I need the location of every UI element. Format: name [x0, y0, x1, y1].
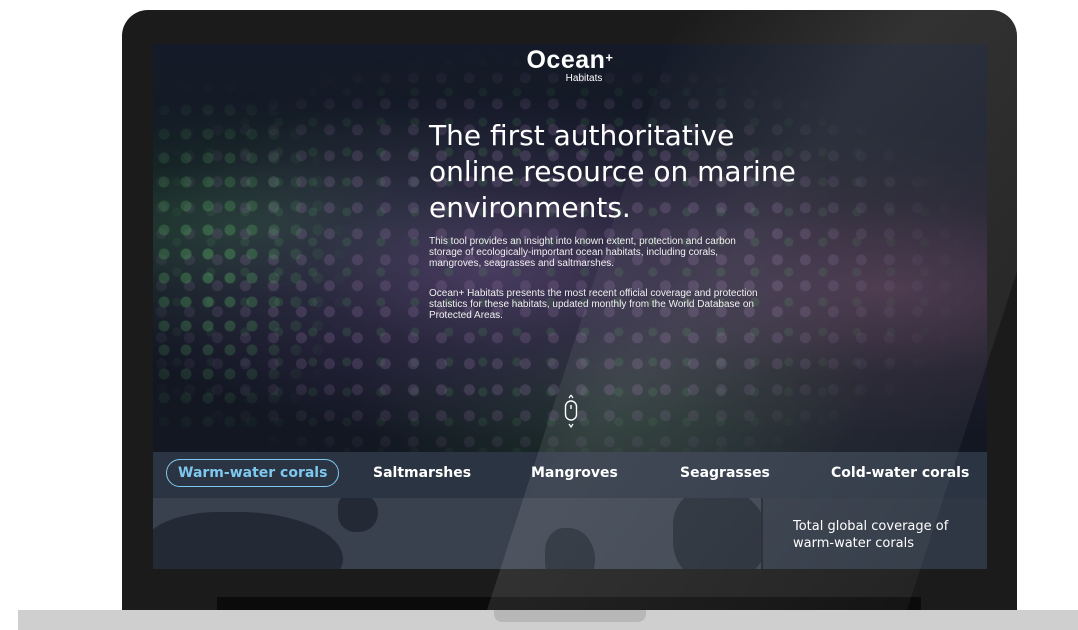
- coverage-panel: Total global coverage of warm-water cora…: [761, 498, 987, 569]
- hero-section: Ocean+ Habitats The first authoritative …: [153, 44, 987, 452]
- map-landmass: [338, 498, 378, 532]
- habitat-tabs: Warm-water corals Saltmarshes Mangroves …: [153, 452, 987, 498]
- tab-cold-water-corals[interactable]: Cold-water corals: [831, 465, 969, 481]
- tab-saltmarshes[interactable]: Saltmarshes: [373, 465, 471, 481]
- logo-name: Ocean: [526, 46, 606, 74]
- screen: Ocean+ Habitats The first authoritative …: [153, 44, 987, 569]
- site-logo[interactable]: Ocean+ Habitats: [153, 46, 987, 84]
- hero-paragraph-1: This tool provides an insight into known…: [429, 236, 736, 269]
- tab-seagrasses[interactable]: Seagrasses: [680, 465, 770, 481]
- coverage-title: Total global coverage of warm-water cora…: [793, 519, 949, 551]
- hero-headline: The first authoritative online resource …: [429, 119, 796, 224]
- map-landmass: [545, 528, 595, 569]
- hero-paragraph-2: Ocean+ Habitats presents the most recent…: [429, 288, 758, 321]
- logo-subtitle: Habitats: [565, 73, 603, 84]
- bezel-bottom: [217, 597, 921, 610]
- map-landmass: [673, 498, 761, 569]
- logo-plus: +: [605, 50, 614, 65]
- map-landmass: [153, 512, 343, 569]
- tab-mangroves[interactable]: Mangroves: [531, 465, 618, 481]
- mouse-scroll-icon[interactable]: [563, 394, 579, 430]
- laptop-frame: Ocean+ Habitats The first authoritative …: [122, 10, 1017, 610]
- tab-warm-water-corals[interactable]: Warm-water corals: [166, 459, 340, 487]
- laptop-notch: [494, 610, 646, 622]
- habitat-map[interactable]: [153, 498, 761, 569]
